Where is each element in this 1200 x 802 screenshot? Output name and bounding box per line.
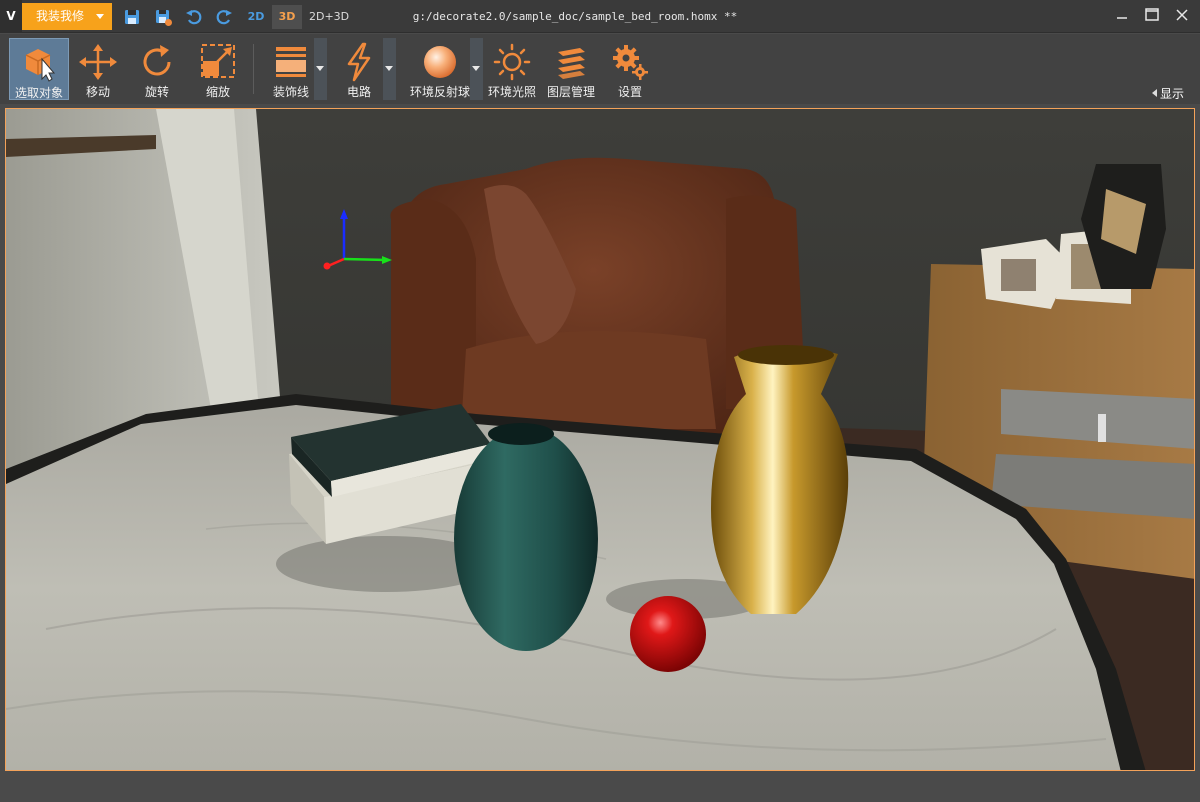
molding-dropdown[interactable] bbox=[314, 38, 327, 100]
undo-icon[interactable] bbox=[184, 7, 204, 27]
view-3d-button[interactable]: 3D bbox=[272, 5, 302, 29]
tool-label: 旋转 bbox=[144, 85, 169, 99]
tool-rotate[interactable]: 旋转 bbox=[134, 38, 180, 100]
green-ceramic-vase bbox=[454, 427, 598, 651]
view-2d3d-button[interactable]: 2D+3D bbox=[309, 5, 349, 29]
show-panel-toggle[interactable]: 显示 bbox=[1151, 85, 1184, 102]
3d-viewport[interactable] bbox=[5, 108, 1195, 771]
3d-scene-render bbox=[6, 109, 1194, 770]
tool-label: 电路 bbox=[346, 85, 371, 99]
chevron-down-icon bbox=[96, 14, 104, 19]
maximize-icon[interactable] bbox=[1138, 4, 1166, 28]
tool-label: 选取对象 bbox=[14, 86, 63, 100]
tool-label: 图层管理 bbox=[546, 85, 595, 99]
tool-settings[interactable]: 设置 bbox=[604, 38, 656, 100]
molding-icon bbox=[270, 42, 312, 82]
status-area bbox=[0, 772, 1200, 802]
move-arrows-icon bbox=[77, 42, 119, 82]
tool-label: 环境光照 bbox=[487, 85, 536, 99]
document-title: g:/decorate2.0/sample_doc/sample_bed_roo… bbox=[412, 10, 738, 23]
minimize-icon[interactable] bbox=[1108, 4, 1136, 28]
save-as-icon[interactable] bbox=[153, 7, 173, 27]
tool-scale[interactable]: 缩放 bbox=[193, 38, 243, 100]
app-logo: V bbox=[0, 0, 22, 33]
toolbar-separator bbox=[253, 44, 254, 94]
tool-circuit[interactable]: 电路 bbox=[336, 38, 382, 100]
circuit-dropdown[interactable] bbox=[383, 38, 396, 100]
view-2d-button[interactable]: 2D bbox=[244, 5, 268, 29]
tool-label: 装饰线 bbox=[272, 85, 309, 99]
gears-icon bbox=[609, 42, 651, 82]
tool-label: 环境反射球 bbox=[409, 85, 470, 99]
tool-label: 缩放 bbox=[205, 85, 230, 99]
tool-move[interactable]: 移动 bbox=[75, 38, 121, 100]
tool-label: 设置 bbox=[617, 85, 642, 99]
tool-label: 移动 bbox=[85, 85, 110, 99]
lightning-icon bbox=[338, 42, 380, 82]
tool-env-light[interactable]: 环境光照 bbox=[484, 38, 540, 100]
main-toolbar: 选取对象 移动 旋转 缩放 装饰线 电路 环境反射球 环境光照 图层管理 设置 … bbox=[0, 34, 1200, 104]
scale-icon bbox=[197, 42, 239, 82]
reflection-sphere-icon bbox=[419, 42, 461, 82]
sun-icon bbox=[491, 42, 533, 82]
select-object-icon bbox=[18, 43, 60, 83]
show-panel-label: 显示 bbox=[1159, 87, 1184, 101]
tool-molding[interactable]: 装饰线 bbox=[268, 38, 314, 100]
tool-layers[interactable]: 图层管理 bbox=[543, 38, 599, 100]
red-sphere bbox=[630, 596, 706, 672]
tool-env-probe[interactable]: 环境反射球 bbox=[408, 38, 472, 100]
redo-icon[interactable] bbox=[214, 7, 234, 27]
title-bar: V 我装我修 2D 3D 2D+3D g:/decorate2.0/sample… bbox=[0, 0, 1200, 33]
tool-select-object[interactable]: 选取对象 bbox=[9, 38, 69, 100]
save-icon[interactable] bbox=[122, 7, 142, 27]
chevron-left-icon bbox=[1151, 89, 1157, 97]
app-menu-label: 我装我修 bbox=[36, 9, 85, 23]
close-icon[interactable] bbox=[1168, 4, 1196, 28]
layers-icon bbox=[550, 42, 592, 82]
rotate-icon bbox=[136, 42, 178, 82]
app-menu-button[interactable]: 我装我修 bbox=[22, 3, 112, 30]
env-probe-dropdown[interactable] bbox=[470, 38, 483, 100]
